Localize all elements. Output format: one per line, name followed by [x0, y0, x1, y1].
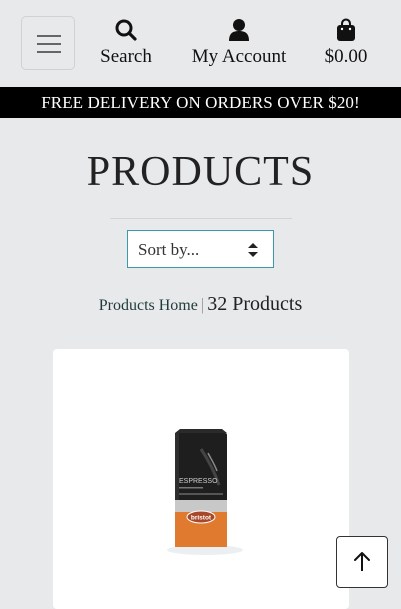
breadcrumb-separator: | — [200, 295, 205, 314]
search-link[interactable]: Search — [97, 18, 155, 68]
search-icon — [115, 19, 137, 41]
hamburger-icon-line — [37, 51, 61, 53]
back-to-top-button[interactable] — [336, 536, 388, 588]
breadcrumb: Products Home | 32 Products — [0, 293, 401, 316]
cart-link[interactable]: $0.00 — [320, 18, 372, 68]
my-account-label: My Account — [191, 46, 287, 67]
site-header: Search My Account $0.00 — [0, 0, 401, 87]
page-title: PRODUCTS — [86, 149, 315, 195]
package-line-text: ESPRESSO — [179, 478, 218, 485]
hamburger-icon-line — [37, 35, 61, 37]
cart-total: $0.00 — [324, 46, 368, 67]
brand-logo-text: bristot — [191, 515, 212, 522]
product-count: 32 Products — [207, 293, 303, 315]
title-divider — [110, 218, 292, 219]
sort-select[interactable]: Sort by... — [127, 230, 274, 268]
sort-arrows-icon — [248, 243, 258, 257]
product-image[interactable]: ESPRESSO bristot — [165, 427, 245, 557]
menu-toggle-button[interactable] — [21, 16, 75, 70]
arrow-up-icon — [354, 552, 370, 571]
hamburger-icon-line — [37, 43, 61, 45]
search-label: Search — [100, 46, 152, 67]
user-icon — [229, 19, 249, 41]
my-account-link[interactable]: My Account — [186, 18, 292, 68]
delivery-banner: FREE DELIVERY ON ORDERS OVER $20! — [0, 87, 401, 118]
shopping-bag-icon — [337, 18, 355, 41]
products-home-link[interactable]: Products Home — [99, 297, 198, 314]
sort-select-value: Sort by... — [138, 240, 200, 259]
product-card[interactable]: ESPRESSO bristot — [53, 349, 349, 609]
